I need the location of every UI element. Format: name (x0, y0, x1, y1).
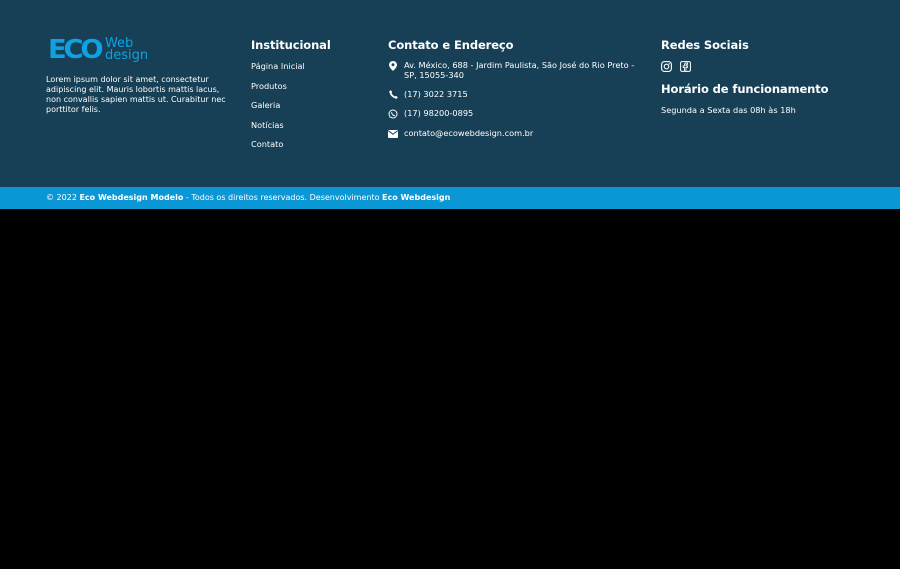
footer-about-text: Lorem ipsum dolor sit amet, consectetur … (46, 75, 226, 114)
map-pin-icon (388, 61, 398, 71)
logo-design-text: design (104, 48, 149, 63)
phone-icon (388, 90, 398, 100)
institucional-links: Página Inicial Produtos Galeria Notícias… (251, 61, 371, 149)
envelope-icon (388, 129, 398, 139)
footer-institucional-column: Institucional Página Inicial Produtos Ga… (251, 38, 371, 159)
logo-web-design: Web design (104, 37, 149, 63)
contact-title: Contato e Endereço (388, 38, 514, 52)
email-text: contato@ecowebdesign.com.br (404, 127, 534, 138)
copyright-site-name[interactable]: Eco Webdesign Modelo (79, 193, 183, 202)
contact-whatsapp[interactable]: (17) 98200-0895 (388, 108, 643, 119)
footer-link-contato[interactable]: Contato (251, 139, 371, 149)
social-icons (661, 61, 881, 73)
contact-email[interactable]: contato@ecowebdesign.com.br (388, 127, 643, 139)
footer-link-galeria[interactable]: Galeria (251, 100, 371, 110)
whatsapp-icon (388, 109, 398, 119)
logo-eco-text: ECO (48, 35, 104, 65)
copyright-developer-link[interactable]: Eco Webdesign (382, 193, 450, 202)
facebook-icon[interactable] (680, 61, 691, 72)
contact-phone[interactable]: (17) 3022 3715 (388, 88, 643, 100)
footer-logo[interactable]: ECO Web design (46, 35, 236, 65)
footer-link-pagina-inicial[interactable]: Página Inicial (251, 61, 371, 71)
address-text: Av. México, 688 - Jardim Paulista, São J… (404, 60, 635, 80)
copyright-text: © 2022 Eco Webdesign Modelo - Todos os d… (46, 187, 450, 209)
social-title: Redes Sociais (661, 38, 749, 52)
hours-text: Segunda a Sexta das 08h às 18h (661, 105, 796, 115)
footer-social-column: Redes Sociais Horário de funcionamento S… (661, 38, 881, 115)
copyright-bar: © 2022 Eco Webdesign Modelo - Todos os d… (0, 187, 900, 209)
instagram-icon[interactable] (661, 61, 672, 72)
contact-address: Av. México, 688 - Jardim Paulista, São J… (388, 60, 643, 80)
copyright-prefix: © 2022 (46, 193, 77, 202)
copyright-middle: - Todos os direitos reservados. Desenvol… (185, 193, 380, 202)
footer-brand-column: ECO Web design Lorem ipsum dolor sit ame… (46, 35, 236, 115)
footer-link-produtos[interactable]: Produtos (251, 81, 371, 91)
contact-list: Av. México, 688 - Jardim Paulista, São J… (388, 60, 643, 139)
hours-title: Horário de funcionamento (661, 82, 829, 96)
whatsapp-text: (17) 98200-0895 (404, 108, 474, 118)
phone-text: (17) 3022 3715 (404, 88, 468, 99)
footer-contact-column: Contato e Endereço Av. México, 688 - Jar… (388, 38, 643, 148)
footer-link-noticias[interactable]: Notícias (251, 120, 371, 130)
site-footer: ECO Web design Lorem ipsum dolor sit ame… (0, 0, 900, 187)
institucional-title: Institucional (251, 38, 331, 52)
